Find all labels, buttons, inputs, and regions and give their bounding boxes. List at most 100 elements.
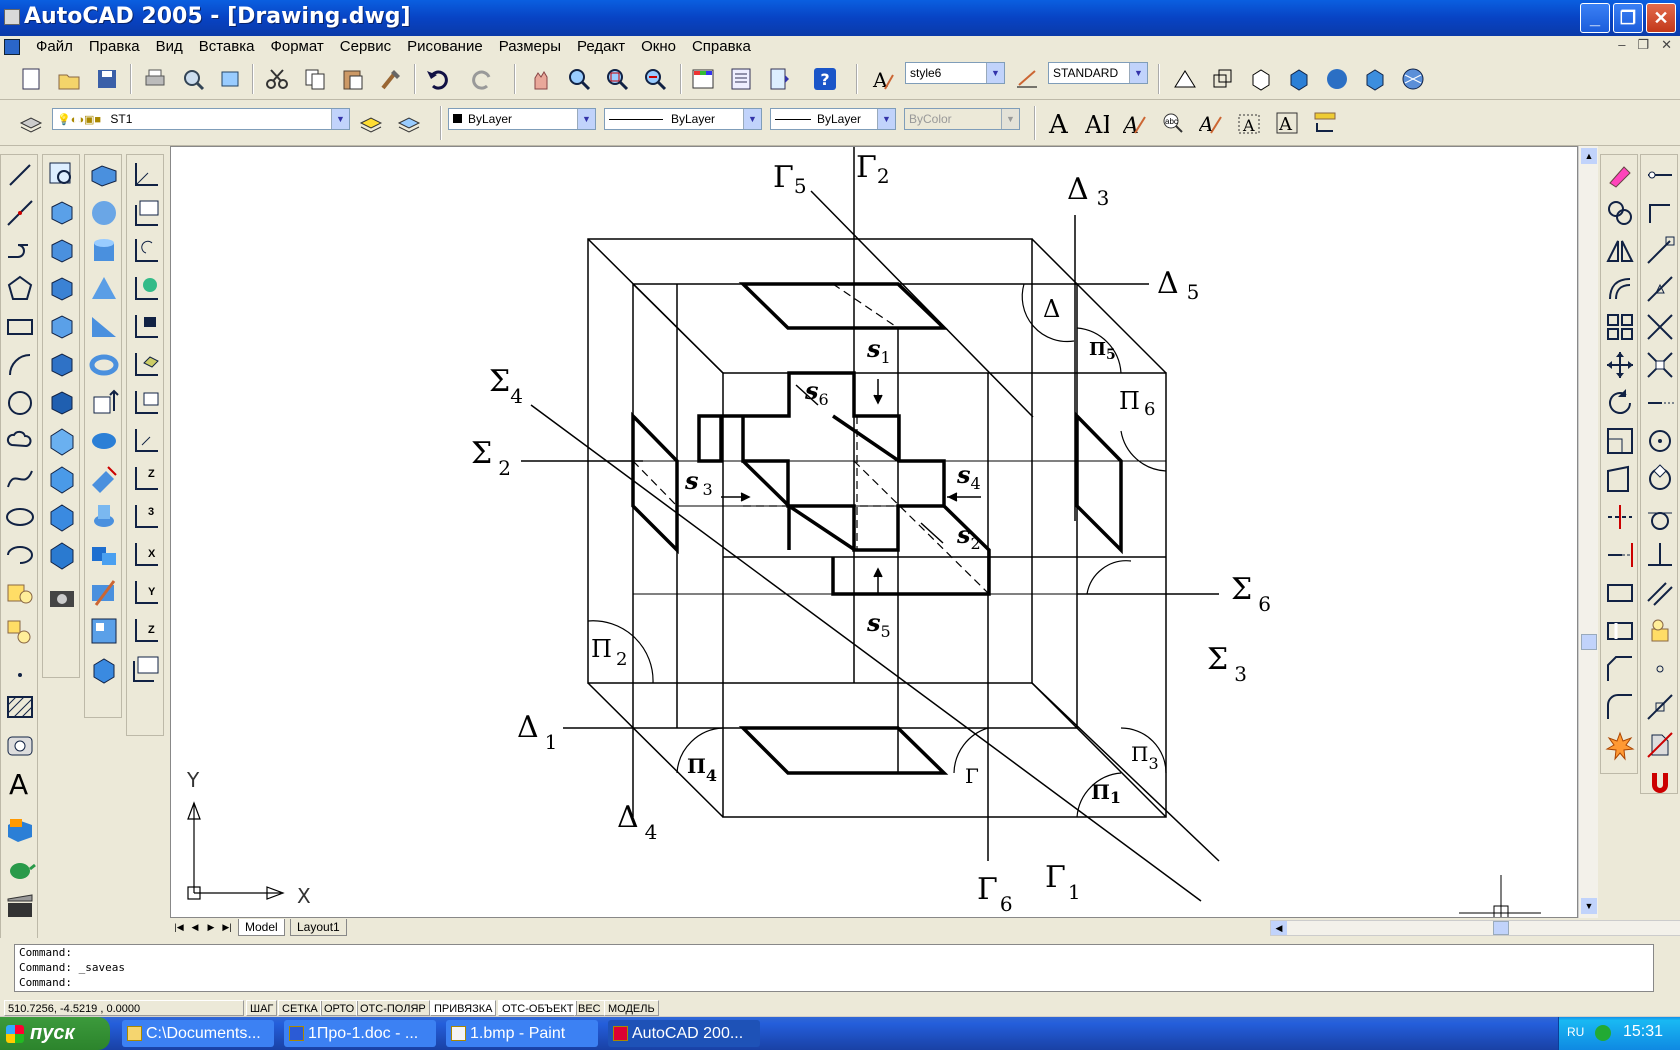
document-icon[interactable] [4,39,20,55]
line-button[interactable] [4,159,36,191]
view-3d-button[interactable] [1206,62,1238,94]
snap-apparent-intersection-button[interactable] [1644,349,1676,381]
close-button[interactable]: ✕ [1646,3,1676,33]
point-button[interactable] [4,653,36,685]
vertical-scrollbar[interactable]: ▲ ▼ [1578,146,1598,918]
scroll-thumb[interactable] [1581,634,1597,650]
snap-perpendicular-button[interactable] [1644,539,1676,571]
section-button[interactable] [88,501,120,533]
solid-box-button[interactable] [88,159,120,191]
menu-insert[interactable]: Вставка [191,38,263,55]
iso-view-2-button[interactable] [46,463,78,495]
toggle-model[interactable]: МОДЕЛЬ [604,1000,659,1016]
snap-none-button[interactable] [1644,729,1676,761]
justify-text-button[interactable]: A [1270,106,1302,138]
erase-button[interactable] [1604,159,1636,191]
scale-button[interactable] [1604,425,1636,457]
menu-tools[interactable]: Сервис [332,38,399,55]
spline-button[interactable] [4,463,36,495]
snap-from-button[interactable] [1644,197,1676,229]
properties-button[interactable] [686,62,718,94]
menu-modify[interactable]: Редакт [569,38,633,55]
scale-text-button[interactable]: A [1232,106,1264,138]
ucs-view-button[interactable] [130,387,162,419]
next-tab-arrow-icon[interactable]: ▶ [204,920,218,934]
snap-intersection-button[interactable] [1644,311,1676,343]
linetype-select[interactable]: ByLayer ▼ [604,108,762,130]
tab-model[interactable]: Model [238,919,285,936]
rectangle-button[interactable] [4,311,36,343]
solid-torus-button[interactable] [88,349,120,381]
text-style-select[interactable]: style6 ▼ [905,62,1005,84]
menu-view[interactable]: Вид [148,38,191,55]
plot-button[interactable] [138,62,170,94]
task-explorer[interactable]: C:\Documents... [122,1020,274,1047]
command-history[interactable]: Command: Command: _saveas Command: [14,944,1654,992]
layer-manager-button[interactable] [14,106,46,138]
break-at-point-button[interactable] [1604,577,1636,609]
stretch-button[interactable] [1604,463,1636,495]
iso-view-1-button[interactable] [46,425,78,457]
edit-text-button[interactable]: A [1118,106,1150,138]
tool-palettes-button[interactable] [762,62,794,94]
snap-extension-button[interactable] [1644,387,1676,419]
maximize-button[interactable]: ❐ [1613,3,1643,33]
polygon-button[interactable] [4,273,36,305]
task-word[interactable]: 1Про-1.doc - ... [284,1020,436,1047]
start-button[interactable]: пуск [0,1017,110,1050]
autocad-app-icon[interactable] [4,9,20,25]
break-button[interactable] [1604,615,1636,647]
menu-file[interactable]: Файл [28,38,81,55]
first-tab-arrow-icon[interactable]: |◀ [172,920,186,934]
horizontal-scrollbar[interactable]: ◀ ▶ [1270,920,1680,936]
zoom-realtime-button[interactable] [562,62,594,94]
language-indicator[interactable]: RU [1567,1025,1584,1039]
circle-button[interactable] [4,387,36,419]
zoom-window-button[interactable] [600,62,632,94]
drawing-area[interactable]: Γ2 Γ5 Δ3 Δ5 Σ4 Σ2 Σ6 Σ3 Δ1 Δ4 Γ6 Γ1 Π2 Π… [170,146,1578,918]
box-view-1-button[interactable] [46,197,78,229]
setup-profile-button[interactable] [88,653,120,685]
menu-edit[interactable]: Правка [81,38,148,55]
revolve-button[interactable] [88,425,120,457]
setup-drawing-button[interactable] [88,577,120,609]
scroll-up-arrow-icon[interactable]: ▲ [1581,148,1597,164]
ucs-previous-button[interactable] [130,235,162,267]
view-top-button[interactable] [1168,62,1200,94]
menu-window[interactable]: Окно [633,38,684,55]
solid-sphere-button[interactable] [88,197,120,229]
chamfer-button[interactable] [1604,653,1636,685]
offset-button[interactable] [1604,273,1636,305]
text-style-button[interactable]: A [866,62,898,94]
redo-button[interactable] [466,62,498,94]
open-button[interactable] [52,62,84,94]
interfere-button[interactable] [88,539,120,571]
snap-tracking-button[interactable] [1644,159,1676,191]
ellipse-button[interactable] [4,501,36,533]
box-view-2-button[interactable] [46,235,78,267]
region-button[interactable] [4,729,36,761]
box-view-5-button[interactable] [46,349,78,381]
make-block-button[interactable] [4,615,36,647]
lineweight-select[interactable]: ByLayer ▼ [770,108,896,130]
osnap-settings-button[interactable] [1644,767,1676,799]
toggle-lweight[interactable]: ВЕС [574,1000,605,1016]
ucs-face-button[interactable] [130,349,162,381]
multiline-text-button[interactable]: A [1042,106,1074,138]
mtext-button[interactable]: A [4,767,36,801]
layer-select[interactable]: 💡◐◑▣■ ST1 ▼ [52,108,350,130]
shade-box-button[interactable] [1282,62,1314,94]
scroll-left-arrow-icon[interactable]: ◀ [1271,921,1287,935]
menu-dimension[interactable]: Размеры [491,38,569,55]
task-paint[interactable]: 1.bmp - Paint [446,1020,598,1047]
zoom-previous-button[interactable] [638,62,670,94]
ucs-3point-button[interactable]: 3 [130,501,162,533]
explode-button[interactable] [1604,729,1636,761]
single-line-text-button[interactable]: AI [1080,106,1112,138]
coordinate-readout[interactable]: 510.7256, -4.5219 , 0.0000 [4,1000,244,1016]
doc-restore-button[interactable]: ❐ [1637,37,1649,53]
toggle-snap[interactable]: ШАГ [246,1000,278,1016]
command-input[interactable]: Command: [19,975,1653,990]
toggle-otrack[interactable]: ОТС-ОБЪЕКТ [498,1000,578,1016]
hscroll-thumb[interactable] [1493,921,1509,935]
